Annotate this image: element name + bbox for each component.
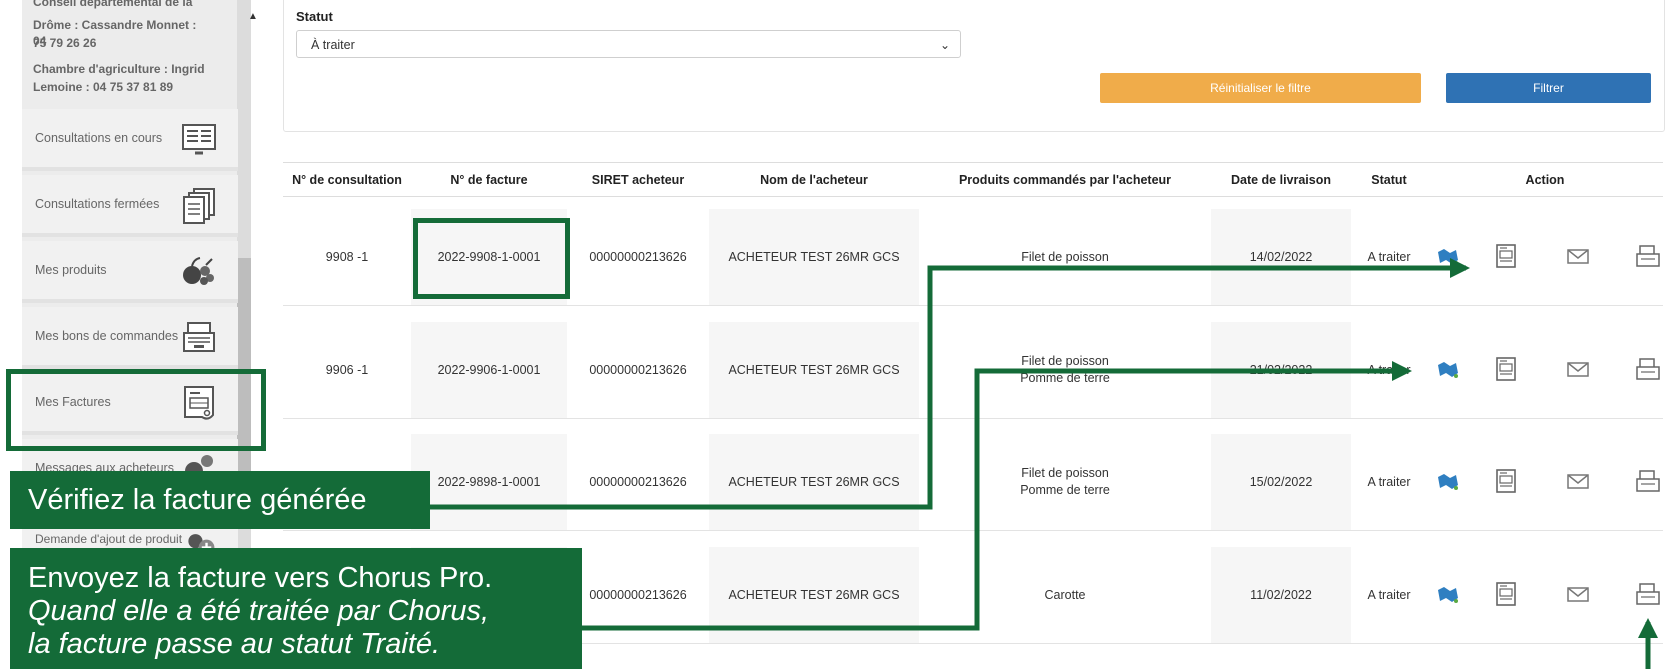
sidebar-item-label: Consultations fermées bbox=[35, 197, 160, 211]
mail-icon[interactable] bbox=[1565, 468, 1591, 494]
view-invoice-icon[interactable] bbox=[1493, 468, 1519, 494]
documents-stack-icon bbox=[183, 188, 215, 224]
cell-delivery-date: 11/02/2022 bbox=[1250, 588, 1312, 602]
table-row: 2022-9898-1-0001 00000000213626 ACHETEUR T… bbox=[283, 434, 1663, 531]
cell-invoice-number: 2022-9898-1-0001 bbox=[437, 475, 541, 489]
fruit-basket-icon bbox=[183, 257, 214, 285]
contact-line: 75 79 26 26 bbox=[33, 36, 97, 50]
sidebar-item-label: Consultations en cours bbox=[35, 131, 163, 145]
invoice-number-highlight bbox=[413, 218, 570, 299]
product-line: Pomme de terre bbox=[1020, 483, 1110, 497]
cell-status: A traiter bbox=[1367, 363, 1411, 377]
cell-consultation: 9908 -1 bbox=[325, 250, 369, 264]
send-chorus-icon[interactable] bbox=[1635, 581, 1661, 607]
send-chorus-icon[interactable] bbox=[1635, 468, 1661, 494]
view-invoice-icon[interactable] bbox=[1493, 356, 1519, 382]
map-icon[interactable] bbox=[1435, 581, 1461, 607]
statut-select-value: À traiter bbox=[311, 38, 355, 52]
cell-products: Filet de poisson Pomme de terre bbox=[919, 353, 1211, 387]
column-header: Date de livraison bbox=[1230, 173, 1332, 187]
cell-status: A traiter bbox=[1367, 588, 1411, 602]
send-chorus-icon[interactable] bbox=[1635, 243, 1661, 269]
product-line: Filet de poisson bbox=[1021, 249, 1109, 264]
mail-icon[interactable] bbox=[1565, 581, 1591, 607]
cell-consultation: 9906 -1 bbox=[325, 363, 369, 377]
column-header: Statut bbox=[1371, 173, 1407, 187]
sidebar-item-label: Demande d'ajout de produit bbox=[35, 532, 183, 546]
product-line: Filet de poisson bbox=[1021, 466, 1109, 480]
cell-delivery-date: 21/02/2022 bbox=[1249, 363, 1313, 377]
column-header: N° de consultation bbox=[292, 173, 402, 187]
sidebar-item-label: Mes bons de commandes bbox=[35, 329, 179, 343]
cash-register-icon bbox=[183, 322, 215, 352]
view-invoice-icon[interactable] bbox=[1493, 243, 1519, 269]
cell-buyer-name: ACHETEUR TEST 26MR GCS bbox=[728, 475, 900, 489]
chevron-down-icon: ⌄ bbox=[939, 38, 950, 52]
table-row: 9906 -1 2022-9906-1-0001 00000000213626 ACH… bbox=[283, 322, 1663, 419]
mail-icon[interactable] bbox=[1565, 243, 1591, 269]
cell-siret: 00000000213626 bbox=[589, 588, 687, 602]
product-line: Carotte bbox=[1044, 587, 1086, 602]
send-chorus-icon[interactable] bbox=[1635, 356, 1661, 382]
mes-factures-highlight bbox=[6, 369, 266, 451]
contact-line: Conseil départemental de la bbox=[33, 0, 193, 9]
column-header: N° de facture bbox=[450, 173, 528, 187]
map-icon[interactable] bbox=[1435, 468, 1461, 494]
mail-icon[interactable] bbox=[1565, 356, 1591, 382]
product-line: Pomme de terre bbox=[1020, 371, 1110, 385]
cell-delivery-date: 14/02/2022 bbox=[1249, 250, 1313, 264]
statut-label: Statut bbox=[296, 9, 333, 24]
callout-line: Envoyez la facture vers Chorus Pro. bbox=[28, 562, 493, 594]
column-header: SIRET acheteur bbox=[591, 173, 685, 187]
sidebar-item-mes-bons-de-commandes[interactable]: Mes bons de commandes bbox=[22, 307, 238, 369]
map-icon[interactable] bbox=[1435, 356, 1461, 382]
callout-line: la facture passe au statut Traité. bbox=[28, 628, 441, 660]
callout-send-chorus: Envoyez la facture vers Chorus Pro. Quan… bbox=[10, 548, 582, 669]
statut-select[interactable]: À traiter ⌄ bbox=[296, 30, 961, 58]
reset-filter-button[interactable]: Réinitialiser le filtre bbox=[1100, 73, 1421, 103]
cell-buyer-name: ACHETEUR TEST 26MR GCS bbox=[728, 250, 900, 264]
map-icon[interactable] bbox=[1435, 243, 1461, 269]
callout-verify-invoice: Vérifiez la facture générée bbox=[10, 471, 430, 529]
sidebar-item-label: Mes produits bbox=[35, 263, 107, 277]
callout-line: Quand elle a été traitée par Chorus, bbox=[28, 595, 490, 627]
cell-products: Filet de poisson Pomme de terre bbox=[919, 465, 1211, 499]
view-invoice-icon[interactable] bbox=[1493, 581, 1519, 607]
cell-siret: 00000000213626 bbox=[589, 250, 687, 264]
cell-products: Filet de poisson bbox=[919, 249, 1211, 266]
column-header: Action bbox=[1525, 173, 1565, 187]
table-header: N° de consultation N° de facture SIRET a… bbox=[283, 162, 1663, 197]
filter-button[interactable]: Filtrer bbox=[1446, 73, 1651, 103]
sidebar-item-consultations-en-cours[interactable]: Consultations en cours bbox=[22, 109, 238, 171]
contact-line: Chambre d'agriculture : Ingrid bbox=[33, 62, 205, 76]
scroll-up-icon[interactable]: ▲ bbox=[246, 10, 260, 24]
cell-buyer-name: ACHETEUR TEST 26MR GCS bbox=[728, 363, 900, 377]
cell-siret: 00000000213626 bbox=[589, 475, 687, 489]
list-board-icon bbox=[182, 124, 216, 155]
cell-invoice-number: 2022-9906-1-0001 bbox=[437, 363, 541, 377]
cell-products: Carotte bbox=[919, 587, 1211, 604]
column-header: Produits commandés par l'acheteur bbox=[958, 173, 1172, 187]
cell-delivery-date: 15/02/2022 bbox=[1249, 475, 1313, 489]
filter-panel bbox=[283, 0, 1665, 132]
contact-line: Lemoine : 04 75 37 81 89 bbox=[33, 80, 174, 94]
sidebar-item-mes-produits[interactable]: Mes produits bbox=[22, 241, 238, 303]
cell-siret: 00000000213626 bbox=[589, 363, 687, 377]
column-header: Nom de l'acheteur bbox=[760, 173, 868, 187]
cell-status: A traiter bbox=[1367, 250, 1411, 264]
sidebar-item-consultations-fermees[interactable]: Consultations fermées bbox=[22, 175, 238, 237]
cell-status: A traiter bbox=[1367, 475, 1411, 489]
product-line: Filet de poisson bbox=[1021, 354, 1109, 368]
cell-buyer-name: ACHETEUR TEST 26MR GCS bbox=[728, 588, 900, 602]
